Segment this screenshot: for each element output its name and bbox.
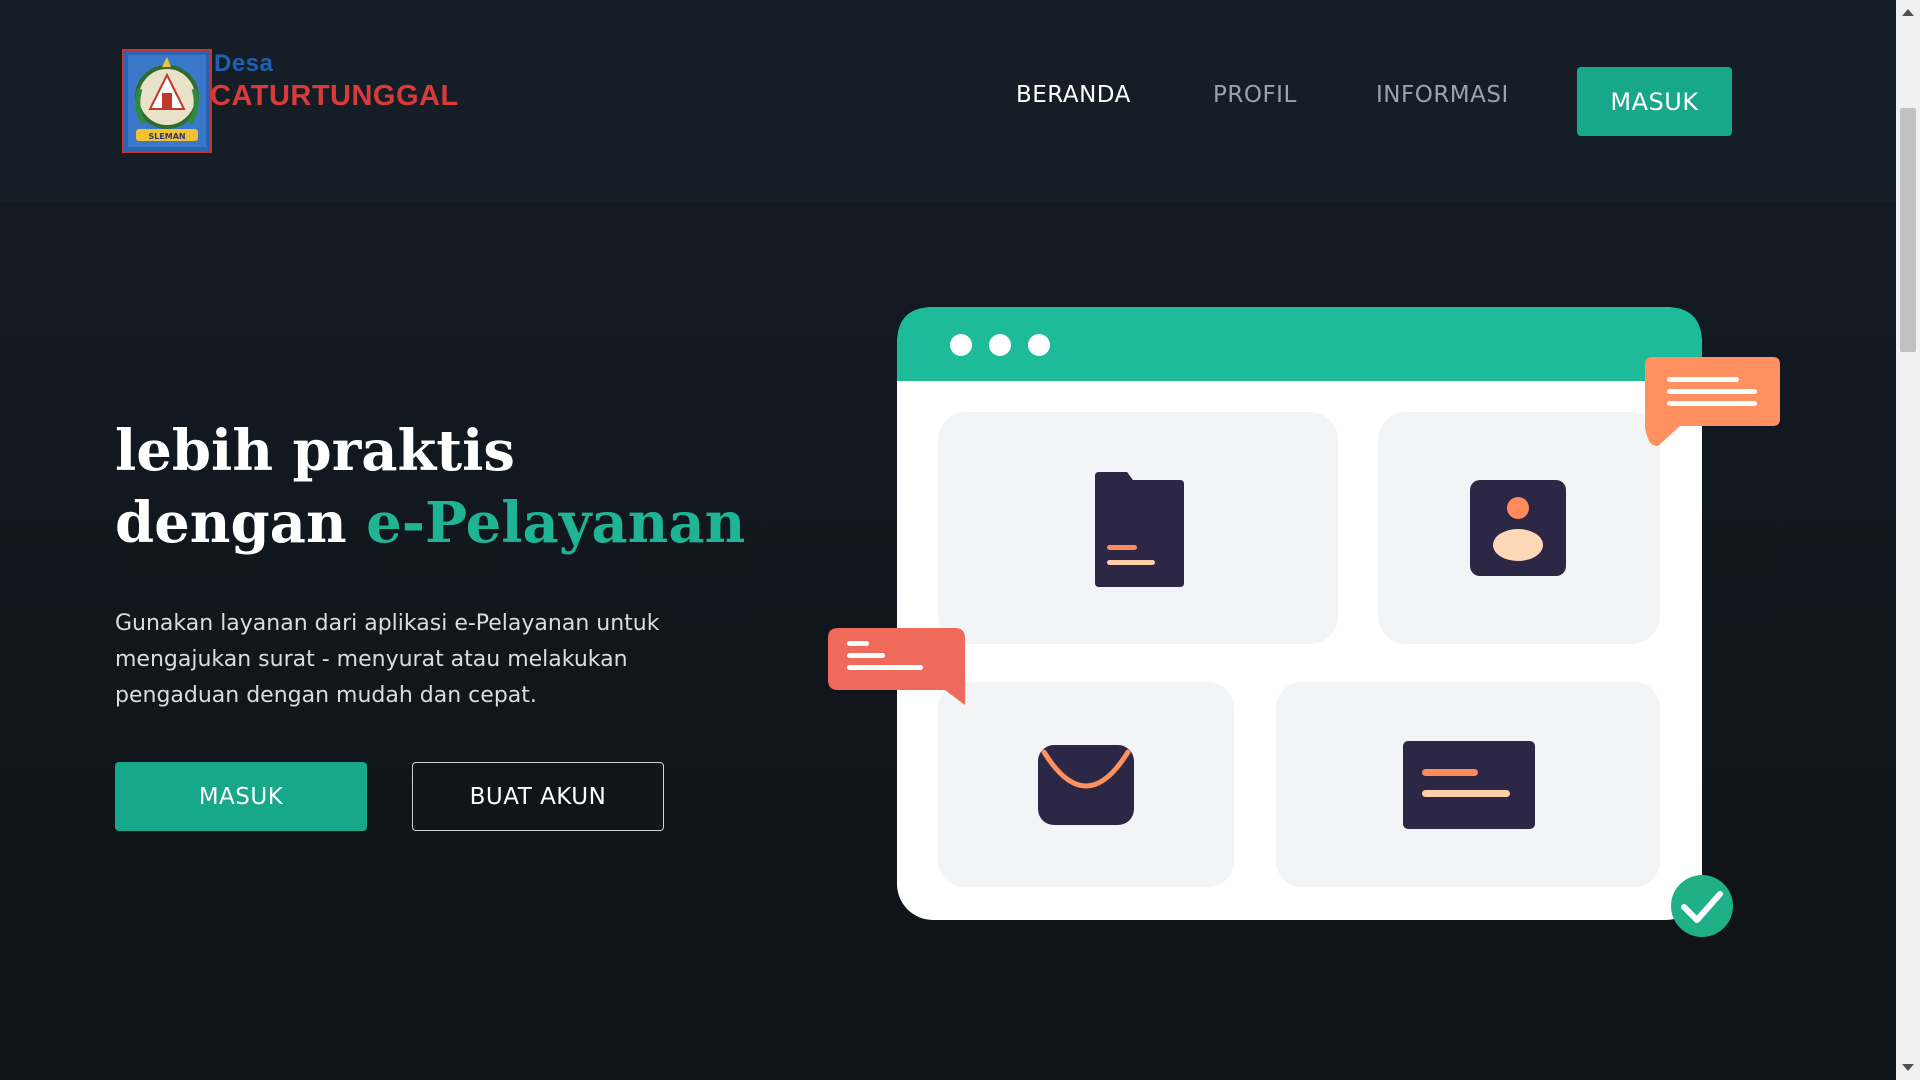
brand-subtitle: Desa <box>214 50 274 77</box>
scroll-up-icon[interactable] <box>1902 9 1914 16</box>
scroll-down-icon[interactable] <box>1902 1064 1914 1071</box>
chat-bubble-icon <box>1645 357 1780 446</box>
hero-login-button[interactable]: MASUK <box>115 762 367 831</box>
window-dot-icon <box>950 334 972 356</box>
nav-informasi[interactable]: INFORMASI <box>1376 82 1509 108</box>
brand-name[interactable]: CATURTUNGGAL <box>210 80 459 113</box>
e-service-illustration <box>828 307 1780 937</box>
hero-description: Gunakan layanan dari aplikasi e-Pelayana… <box>115 611 660 708</box>
message-card-icon <box>1403 741 1535 829</box>
navbar: SLEMAN Desa CATURTUNGGAL BERANDA PROFIL … <box>0 0 1896 202</box>
hero-title-line1: lebih praktis <box>115 418 515 484</box>
document-icon <box>1095 472 1184 587</box>
check-circle-icon <box>1671 875 1733 937</box>
vertical-scrollbar[interactable] <box>1896 0 1920 1080</box>
page: SLEMAN Desa CATURTUNGGAL BERANDA PROFIL … <box>0 0 1896 1080</box>
scroll-thumb[interactable] <box>1900 108 1916 352</box>
mail-icon <box>1038 745 1134 825</box>
hero-title-prefix: dengan <box>115 490 367 556</box>
nav-login-button[interactable]: MASUK <box>1577 67 1732 136</box>
create-account-button[interactable]: BUAT AKUN <box>412 762 664 831</box>
user-profile-icon <box>1470 480 1566 576</box>
window-dot-icon <box>1028 334 1050 356</box>
svg-text:SLEMAN: SLEMAN <box>148 132 185 141</box>
hero-title-accent: e-Pelayanan <box>366 490 746 556</box>
hero-title: lebih praktis dengan e-Pelayanan <box>115 415 745 559</box>
window-dot-icon <box>989 334 1011 356</box>
nav-profil[interactable]: PROFIL <box>1213 82 1297 108</box>
nav-beranda[interactable]: BERANDA <box>1016 82 1131 108</box>
sleman-crest-icon[interactable]: SLEMAN <box>122 49 212 153</box>
